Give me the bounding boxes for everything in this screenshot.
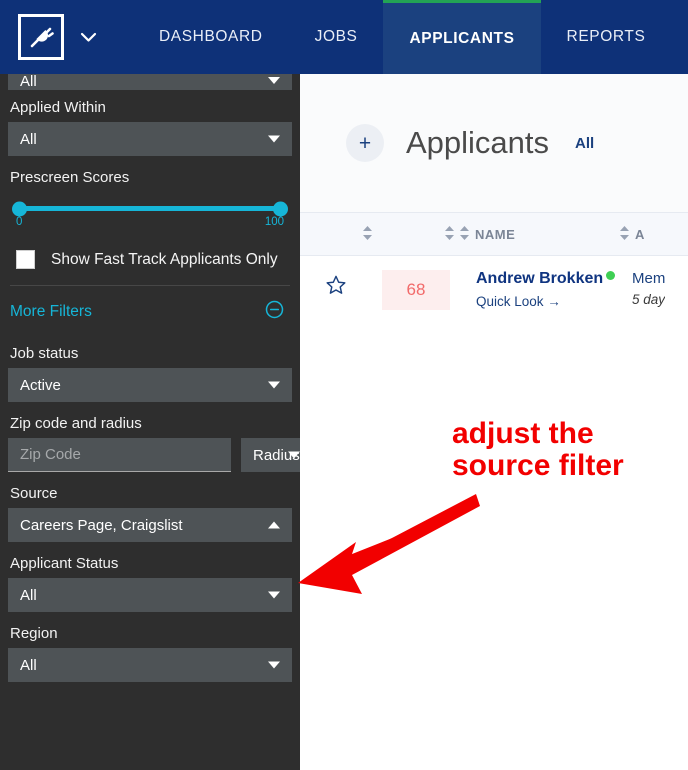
nav-tab-applicants[interactable]: APPLICANTS [383,0,540,74]
filters-sidebar-inner: All Applied Within All Prescreen Scores [0,74,300,682]
zip-code-input[interactable] [8,438,231,472]
slider-min-label: 0 [16,216,22,228]
applied-within-field: Applied Within All [8,90,292,156]
source-value: Careers Page, Craigslist [20,517,183,534]
job-status-field: Job status Active [8,336,292,402]
chevron-down-icon [268,77,280,84]
job-status-label: Job status [8,336,292,368]
column-header-star[interactable] [300,226,372,243]
quick-look-link[interactable]: Quick Look → [476,294,626,309]
slider-knob-min[interactable] [12,201,27,216]
sort-updown-icon [445,226,454,243]
clipped-top-select-value: All [20,74,37,90]
job-status-select[interactable]: Active [8,368,292,402]
nav-tab-list: DASHBOARD JOBS APPLICANTS REPORTS [133,0,671,74]
applied-job-cell: Mem 5 day [632,270,665,307]
filters-sidebar: All Applied Within All Prescreen Scores [0,74,300,770]
chevron-down-icon[interactable] [80,32,97,43]
applicant-name-cell: Andrew Brokken Quick Look → [476,270,626,309]
slider-knob-max[interactable] [273,201,288,216]
page-header: + Applicants All [300,74,688,212]
annotation-text: adjust the source filter [452,418,624,483]
column-header-applied[interactable]: A [620,226,645,243]
star-outline-icon [325,274,347,301]
prescreen-scores-label: Prescreen Scores [8,160,292,192]
sort-updown-icon [460,226,469,243]
chevron-down-icon [268,382,280,389]
plus-icon: + [359,133,371,154]
region-value: All [20,657,37,674]
table-row[interactable]: 68 Andrew Brokken Quick Look → Mem 5 day [300,256,688,324]
applicant-status-field: Applicant Status All [8,546,292,612]
zip-radius-row: Radius [8,438,292,472]
column-header-score[interactable] [372,226,460,243]
annotation-line-2: source filter [452,450,624,482]
fast-track-checkbox[interactable] [16,250,35,269]
nav-tab-reports[interactable]: REPORTS [541,0,672,74]
applicant-status-select[interactable]: All [8,578,292,612]
sort-updown-icon [363,226,372,243]
nav-tab-dashboard[interactable]: DASHBOARD [133,0,289,74]
chevron-down-icon [268,662,280,669]
applicant-status-label: Applicant Status [8,546,292,578]
green-dot-icon [606,271,615,280]
source-field: Source Careers Page, Craigslist [8,476,292,542]
favorite-star-button[interactable] [300,270,372,301]
nav-tab-jobs[interactable]: JOBS [289,0,384,74]
slider-scale: 0 100 [16,211,284,228]
chevron-down-icon [268,592,280,599]
zip-radius-field: Zip code and radius Radius [8,406,292,472]
fast-track-label: Show Fast Track Applicants Only [51,251,278,269]
page-title: Applicants [406,125,549,161]
arrow-pointing-left-down-icon [290,490,480,605]
column-header-name-label: NAME [475,227,515,242]
plug-logo-icon[interactable] [18,14,64,60]
applied-when-text: 5 day [632,292,665,307]
applicant-status-value: All [20,587,37,604]
prescreen-score-slider[interactable]: 0 100 [8,192,292,228]
table-header-row: NAME A [300,212,688,256]
annotation-line-1: adjust the [452,418,624,450]
fast-track-checkbox-row[interactable]: Show Fast Track Applicants Only [8,232,292,285]
slider-max-label: 100 [265,216,284,228]
region-select[interactable]: All [8,648,292,682]
chevron-up-icon [268,522,280,529]
clipped-top-select[interactable]: All [8,74,292,90]
radius-select[interactable]: Radius [241,438,300,472]
region-label: Region [8,616,292,648]
region-field: Region All [8,616,292,682]
applied-job-title[interactable]: Mem [632,270,665,287]
column-header-applied-label: A [635,227,645,242]
chevron-down-icon [268,136,280,143]
add-applicant-button[interactable]: + [346,124,384,162]
more-filters-label: More Filters [10,303,92,321]
all-filter-link[interactable]: All [575,135,594,152]
chevron-down-icon [288,452,300,459]
app-root: DASHBOARD JOBS APPLICANTS REPORTS + Appl… [0,0,688,770]
source-label: Source [8,476,292,508]
prescreen-score-badge: 68 [382,270,450,310]
zip-radius-label: Zip code and radius [8,406,292,438]
applied-within-select[interactable]: All [8,122,292,156]
sort-updown-icon [620,226,629,243]
applied-within-label: Applied Within [8,90,292,122]
minus-circle-icon[interactable] [265,300,284,324]
prescreen-scores-field: Prescreen Scores 0 100 [8,160,292,228]
applicant-name-link[interactable]: Andrew Brokken [476,270,603,288]
top-navigation-bar: DASHBOARD JOBS APPLICANTS REPORTS [0,0,688,74]
applied-within-value: All [20,131,37,148]
column-header-name[interactable]: NAME [460,226,620,243]
source-select[interactable]: Careers Page, Craigslist [8,508,292,542]
brand-area[interactable] [0,14,97,60]
more-filters-toggle[interactable]: More Filters [8,286,292,336]
slider-track[interactable] [16,206,284,211]
job-status-value: Active [20,377,61,394]
applicant-name-line: Andrew Brokken [476,270,626,288]
